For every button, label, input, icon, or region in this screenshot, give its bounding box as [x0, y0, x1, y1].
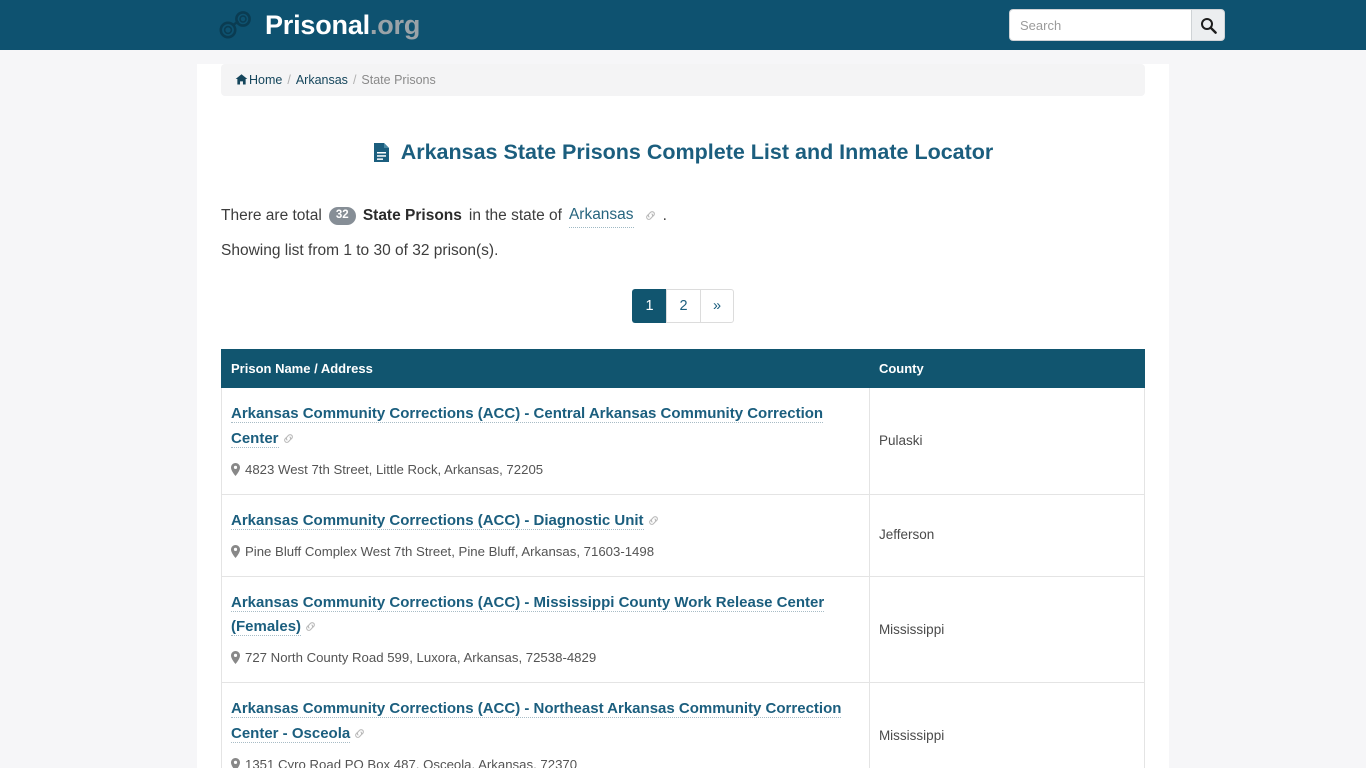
prison-name-cell: Arkansas Community Corrections (ACC) - D…: [221, 493, 870, 577]
prison-table-head: Prison Name / Address County: [221, 349, 1146, 389]
intro-suffix: .: [662, 206, 667, 224]
prison-name-cell: Arkansas Community Corrections (ACC) - M…: [221, 575, 870, 684]
prison-name-cell: Arkansas Community Corrections (ACC) - N…: [221, 682, 870, 768]
search-form: [1009, 9, 1225, 41]
breadcrumb-home-label: Home: [249, 73, 283, 87]
prison-address-text: Pine Bluff Complex West 7th Street, Pine…: [245, 544, 655, 560]
county-cell: Mississippi: [868, 575, 1146, 684]
intro-state-link[interactable]: Arkansas: [568, 203, 634, 229]
page-title-text: Arkansas State Prisons Complete List and…: [400, 139, 994, 164]
breadcrumb-separator-1: /: [287, 72, 291, 87]
intro-mid: in the state of: [468, 206, 562, 224]
breadcrumb-separator-2: /: [352, 72, 357, 87]
brand-text: Prisonal.org: [265, 9, 421, 40]
map-pin-icon: [231, 462, 240, 476]
prison-address: 4823 West 7th Street, Little Rock, Arkan…: [231, 461, 860, 479]
pagination-next[interactable]: »: [700, 289, 734, 324]
prison-address: Pine Bluff Complex West 7th Street, Pine…: [231, 543, 860, 561]
brand-tld: .org: [369, 9, 421, 40]
pagination-page-2[interactable]: 2: [666, 289, 700, 324]
map-pin-icon: [231, 651, 240, 665]
breadcrumb-current: State Prisons: [361, 72, 436, 87]
prison-link[interactable]: Arkansas Community Corrections (ACC) - M…: [231, 593, 825, 637]
search-icon: [1200, 17, 1217, 34]
external-link-icon: [355, 728, 365, 738]
external-link-icon: [306, 622, 315, 631]
prison-count-badge: 32: [328, 206, 356, 225]
intro-prefix: There are total: [221, 206, 322, 224]
county-cell: Jefferson: [868, 493, 1146, 577]
breadcrumb: Home / Arkansas / State Prisons: [221, 64, 1145, 96]
breadcrumb-home-link[interactable]: Home: [235, 73, 282, 87]
breadcrumb-state-link[interactable]: Arkansas: [296, 73, 348, 87]
table-header-row: Prison Name / Address County: [221, 349, 1146, 389]
external-link-icon: [648, 515, 658, 525]
pagination: 1 2 »: [221, 289, 1145, 324]
map-pin-icon: [231, 757, 240, 768]
county-cell: Mississippi: [868, 682, 1146, 768]
column-header-county: County: [868, 349, 1146, 389]
handcuffs-icon: [219, 11, 251, 39]
page-title: Arkansas State Prisons Complete List and…: [221, 140, 1145, 166]
prison-link[interactable]: Arkansas Community Corrections (ACC) - C…: [231, 405, 824, 448]
brand-name: Prisonal: [265, 9, 370, 40]
file-lines-icon: [373, 142, 389, 162]
prison-table-body: Arkansas Community Corrections (ACC) - C…: [221, 387, 1146, 768]
prison-address-text: 1351 Cyro Road PO Box 487, Osceola, Arka…: [245, 756, 578, 768]
column-header-prison-name: Prison Name / Address: [221, 349, 870, 389]
showing-range-text: Showing list from 1 to 30 of 32 prison(s…: [221, 242, 499, 260]
prison-address-text: 727 North County Road 599, Luxora, Arkan…: [245, 650, 597, 666]
prison-table: Prison Name / Address County Arkansas Co…: [221, 349, 1146, 768]
prison-name-cell: Arkansas Community Corrections (ACC) - C…: [221, 387, 870, 495]
page-container: Home / Arkansas / State Prisons Arkansas…: [197, 64, 1169, 768]
search-button[interactable]: [1191, 9, 1225, 41]
prison-address-text: 4823 West 7th Street, Little Rock, Arkan…: [245, 461, 544, 477]
pagination-page-1[interactable]: 1: [632, 289, 666, 324]
table-row: Arkansas Community Corrections (ACC) - M…: [221, 575, 1146, 684]
search-input[interactable]: [1009, 9, 1191, 41]
external-link-icon: [283, 433, 293, 443]
prison-address: 727 North County Road 599, Luxora, Arkan…: [231, 649, 860, 667]
intro-type: State Prisons: [362, 206, 462, 224]
county-cell: Pulaski: [868, 387, 1146, 495]
site-header: Prisonal.org: [0, 0, 1366, 50]
prison-link[interactable]: Arkansas Community Corrections (ACC) - N…: [231, 700, 842, 743]
prison-link[interactable]: Arkansas Community Corrections (ACC) - D…: [231, 511, 644, 530]
table-row: Arkansas Community Corrections (ACC) - N…: [221, 682, 1146, 768]
external-link-icon: [645, 211, 655, 221]
intro-line: There are total 32 State Prisons in the …: [221, 203, 1145, 229]
table-row: Arkansas Community Corrections (ACC) - D…: [221, 493, 1146, 577]
header-inner: Prisonal.org: [197, 0, 1225, 50]
map-pin-icon: [231, 545, 240, 559]
prison-address: 1351 Cyro Road PO Box 487, Osceola, Arka…: [231, 756, 860, 768]
home-icon: [235, 74, 248, 85]
site-logo-link[interactable]: Prisonal.org: [219, 11, 420, 39]
table-row: Arkansas Community Corrections (ACC) - C…: [221, 387, 1146, 495]
